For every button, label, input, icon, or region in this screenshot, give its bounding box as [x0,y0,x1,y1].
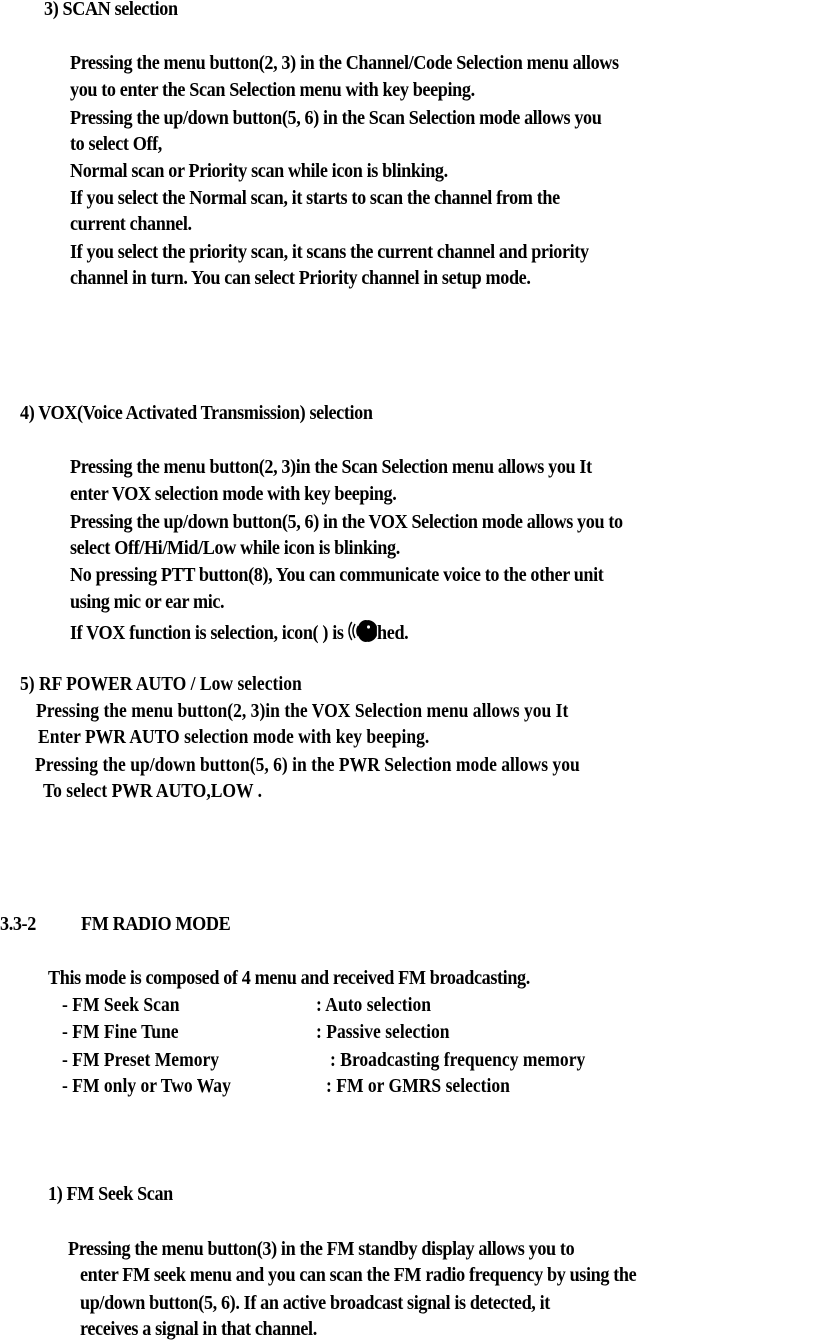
rf-power-line: Pressing the menu button(2, 3)in the VOX… [36,701,569,722]
fm-intro: This mode is composed of 4 menu and rece… [48,968,530,989]
scan-line: If you select the priority scan, it scan… [70,242,589,263]
vox-line: select Off/Hi/Mid/Low while icon is blin… [70,538,400,559]
fm-menu-item-name: - FM Seek Scan [62,995,180,1016]
vox-line: using mic or ear mic. [70,592,225,613]
scan-line: Pressing the up/down button(5, 6) in the… [70,108,602,129]
rf-power-line: To select PWR AUTO,LOW . [43,781,263,802]
rf-power-line: Pressing the up/down button(5, 6) in the… [35,755,580,776]
fm-seek-line: up/down button(5, 6). If an active broad… [80,1293,550,1314]
rf-power-heading: 5) RF POWER AUTO / Low selection [20,674,302,695]
scan-line: current channel. [70,214,192,235]
rf-power-line: Enter PWR AUTO selection mode with key b… [38,727,430,748]
vox-line: Pressing the up/down button(5, 6) in the… [70,512,623,533]
vox-icon-line: If VOX function is selection, icon( ) is… [70,618,409,646]
scan-line: Pressing the menu button(2, 3) in the Ch… [70,53,619,74]
fm-section-title: FM RADIO MODE [81,914,231,935]
document-page: { "scan": { "heading": "3) SCAN selectio… [0,0,832,1341]
scan-line: Normal scan or Priority scan while icon … [70,161,448,182]
fm-menu-item-desc: : Passive selection [316,1022,450,1043]
fm-menu-item-desc: : Broadcasting frequency memory [330,1050,586,1071]
fm-menu-item-name: - FM Fine Tune [62,1022,179,1043]
fm-menu-item-desc: : Auto selection [316,995,432,1016]
vox-line: Pressing the menu button(2, 3)in the Sca… [70,457,592,478]
vox-speaking-head-icon [344,618,378,644]
scan-line: channel in turn. You can select Priority… [70,268,531,289]
scan-line: to select Off, [70,134,162,155]
vox-heading: 4) VOX(Voice Activated Transmission) sel… [20,403,373,424]
fm-seek-heading: 1) FM Seek Scan [48,1184,173,1205]
fm-menu-item-name: - FM only or Two Way [62,1076,231,1097]
vox-line: No pressing PTT button(8), You can commu… [70,565,604,586]
scan-line: If you select the Normal scan, it starts… [70,188,560,209]
fm-seek-line: Pressing the menu button(3) in the FM st… [68,1239,575,1260]
fm-section-number: 3.3-2 [0,914,36,935]
vox-line-text: If VOX function is selection, icon( ) is [70,623,344,644]
vox-line: enter VOX selection mode with key beepin… [70,484,397,505]
scan-line: you to enter the Scan Selection menu wit… [70,80,475,101]
scan-heading: 3) SCAN selection [44,0,178,20]
fm-seek-line: enter FM seek menu and you can scan the … [80,1265,637,1286]
fm-seek-line: receives a signal in that channel. [80,1319,317,1340]
vox-line-text-end: hed. [377,623,409,644]
fm-menu-item-desc: : FM or GMRS selection [326,1076,510,1097]
fm-menu-item-name: - FM Preset Memory [62,1050,220,1071]
